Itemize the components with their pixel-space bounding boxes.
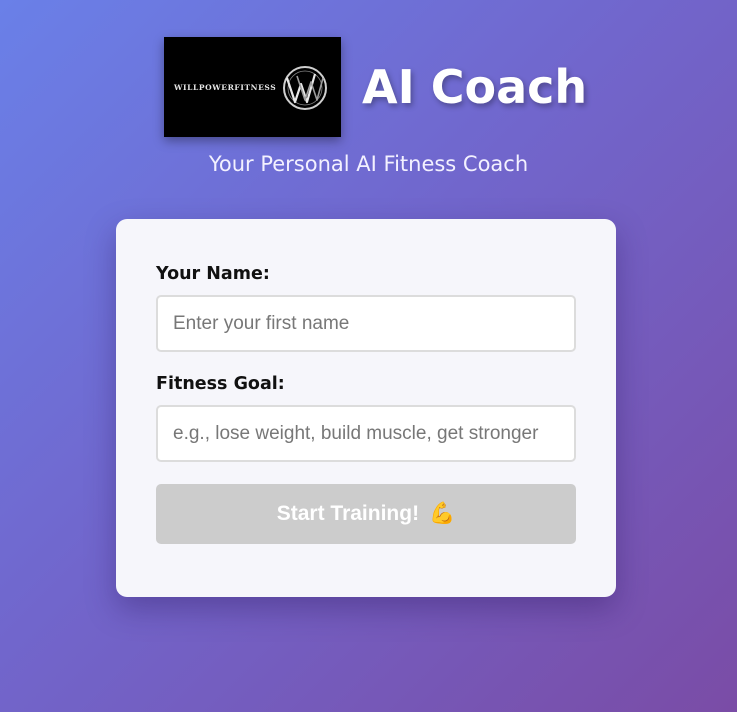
start-training-label: Start Training! — [276, 502, 420, 525]
name-input[interactable] — [156, 295, 576, 352]
willpower-fitness-logo: WILLPOWERFITNESS — [164, 37, 341, 137]
flexed-biceps-icon: 💪 — [429, 502, 456, 525]
app-title: AI Coach — [362, 60, 588, 114]
app-subtitle: Your Personal AI Fitness Coach — [208, 152, 529, 176]
onboarding-card: Your Name: Fitness Goal: Start Training!… — [116, 219, 616, 597]
logo-emblem-icon — [283, 66, 327, 110]
start-training-button[interactable]: Start Training! 💪 — [156, 484, 576, 544]
logo-text: WILLPOWERFITNESS — [174, 82, 277, 92]
goal-label: Fitness Goal: — [156, 374, 285, 394]
name-label: Your Name: — [156, 264, 270, 284]
name-field-group: Your Name: — [156, 264, 576, 352]
goal-input[interactable] — [156, 405, 576, 462]
app-header: WILLPOWERFITNESS AI Coach — [164, 37, 587, 137]
goal-field-group: Fitness Goal: — [156, 374, 576, 462]
